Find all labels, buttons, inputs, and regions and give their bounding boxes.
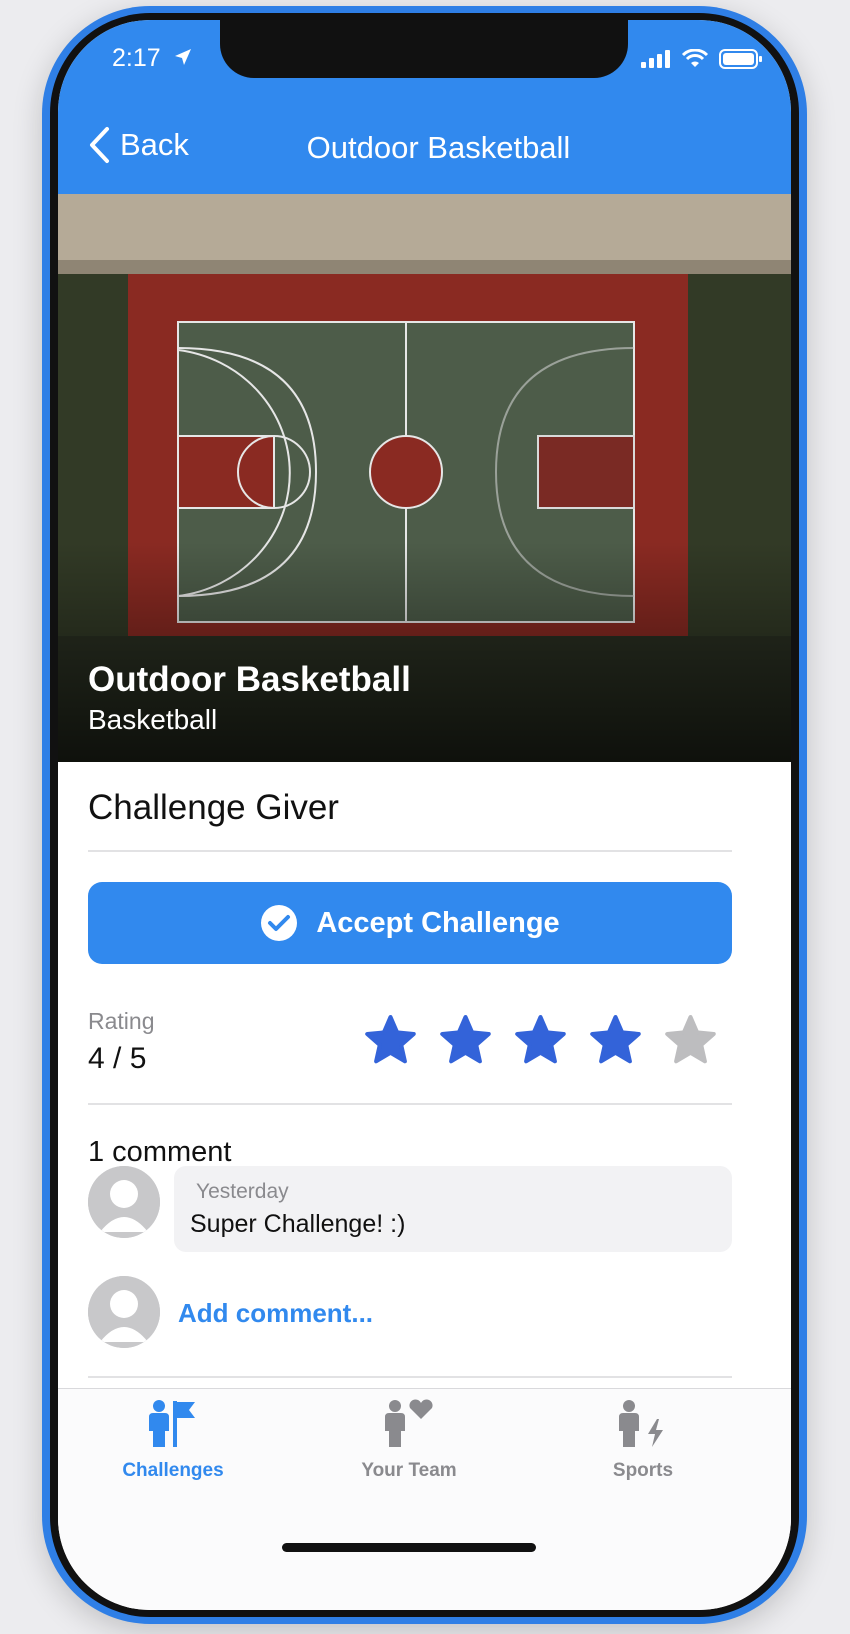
home-indicator xyxy=(282,1543,536,1552)
nav-header: 2:17 Back Outdoor Basketball xyxy=(58,20,791,194)
star-filled-icon[interactable] xyxy=(514,1014,567,1067)
star-filled-icon[interactable] xyxy=(589,1014,642,1067)
commenter-avatar xyxy=(88,1166,160,1238)
divider xyxy=(88,1376,732,1378)
divider xyxy=(88,1103,732,1105)
device-notch xyxy=(220,20,628,78)
app-screen: 2:17 Back Outdoor Basketball Outdoor Bas… xyxy=(58,20,791,1610)
comment-text: Super Challenge! :) xyxy=(190,1210,406,1238)
star-empty-icon[interactable] xyxy=(664,1014,717,1067)
cellular-signal-icon xyxy=(641,50,670,68)
rating-value: 4 / 5 xyxy=(88,1042,147,1075)
team-heart-icon xyxy=(385,1399,433,1447)
divider xyxy=(88,850,732,852)
hero-title: Outdoor Basketball xyxy=(88,660,411,699)
star-filled-icon[interactable] xyxy=(439,1014,492,1067)
comment-bubble: Yesterday Super Challenge! :) xyxy=(174,1166,732,1252)
battery-icon xyxy=(719,49,762,69)
check-circle-icon xyxy=(261,905,298,941)
comment-count: 1 comment xyxy=(88,1136,232,1168)
location-arrow-icon xyxy=(175,49,191,65)
tab-your-team[interactable]: Your Team xyxy=(324,1399,494,1482)
user-avatar-icon xyxy=(88,1276,160,1348)
rating-stars[interactable] xyxy=(364,1014,717,1067)
rating-label: Rating xyxy=(88,1008,155,1034)
hero-image: Outdoor Basketball Basketball xyxy=(58,194,791,762)
tab-label: Your Team xyxy=(361,1460,457,1481)
challenge-giver-label: Challenge Giver xyxy=(88,788,339,827)
nav-title: Outdoor Basketball xyxy=(306,130,571,165)
tab-label: Sports xyxy=(612,1460,674,1481)
status-icons xyxy=(641,48,763,70)
sports-bolt-icon xyxy=(619,1400,663,1447)
current-user-avatar xyxy=(88,1276,160,1348)
star-filled-icon[interactable] xyxy=(364,1014,417,1067)
accept-challenge-label: Accept Challenge xyxy=(316,906,560,939)
comment-time: Yesterday xyxy=(196,1180,289,1203)
tab-sports[interactable]: Sports xyxy=(558,1399,728,1482)
tab-label: Challenges xyxy=(122,1460,224,1481)
add-comment-link[interactable]: Add comment... xyxy=(178,1298,373,1329)
user-avatar-icon xyxy=(88,1166,160,1238)
challenges-icon xyxy=(149,1400,195,1447)
hero-subtitle: Basketball xyxy=(88,704,218,735)
accept-challenge-button[interactable]: Accept Challenge xyxy=(88,882,732,964)
tab-challenges[interactable]: Challenges xyxy=(88,1399,258,1482)
tab-bar: Challenges Your Team Sports xyxy=(58,1388,791,1610)
status-time: 2:17 xyxy=(112,44,161,72)
wifi-icon xyxy=(681,49,709,67)
